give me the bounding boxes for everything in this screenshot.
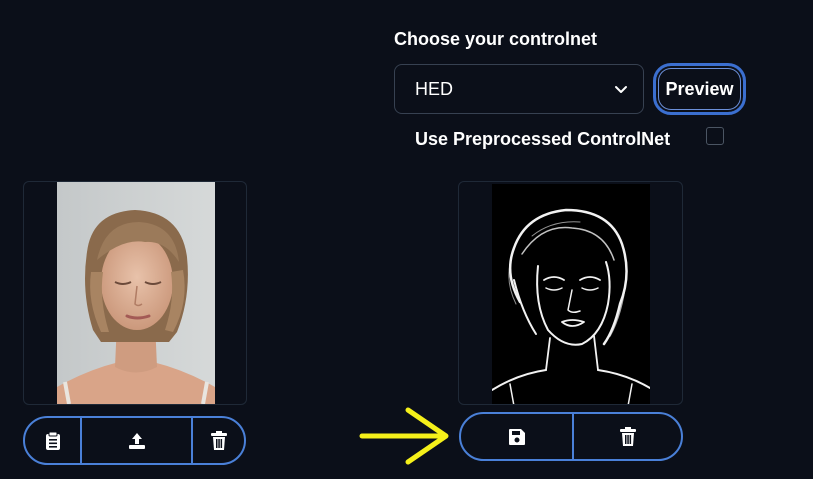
trash-icon xyxy=(210,430,227,450)
clear-button[interactable] xyxy=(191,418,244,463)
preprocessed-checkbox-label: Use Preprocessed ControlNet xyxy=(415,129,671,149)
preview-button[interactable]: Preview xyxy=(653,63,746,115)
upload-button[interactable] xyxy=(80,418,191,463)
trash-icon xyxy=(619,426,636,446)
chevron-down-icon xyxy=(613,81,629,97)
input-image-toolbar xyxy=(23,416,246,465)
clipboard-icon xyxy=(45,431,60,450)
preprocessed-checkbox[interactable] xyxy=(706,127,724,145)
arrow-right-icon xyxy=(359,407,449,465)
input-image-panel[interactable] xyxy=(23,181,247,405)
controlnet-preview-panel[interactable] xyxy=(458,181,683,405)
controlnet-select[interactable]: HED xyxy=(394,64,644,114)
save-icon xyxy=(508,428,525,445)
preview-image-toolbar xyxy=(459,412,683,461)
paste-button[interactable] xyxy=(25,418,80,463)
hed-edge-image xyxy=(492,184,650,404)
clear-preview-button[interactable] xyxy=(572,414,681,459)
controlnet-selected-value: HED xyxy=(415,78,454,99)
input-portrait-image xyxy=(57,182,215,404)
save-button[interactable] xyxy=(461,414,572,459)
upload-icon xyxy=(128,432,145,449)
controlnet-label: Choose your controlnet xyxy=(394,29,598,49)
